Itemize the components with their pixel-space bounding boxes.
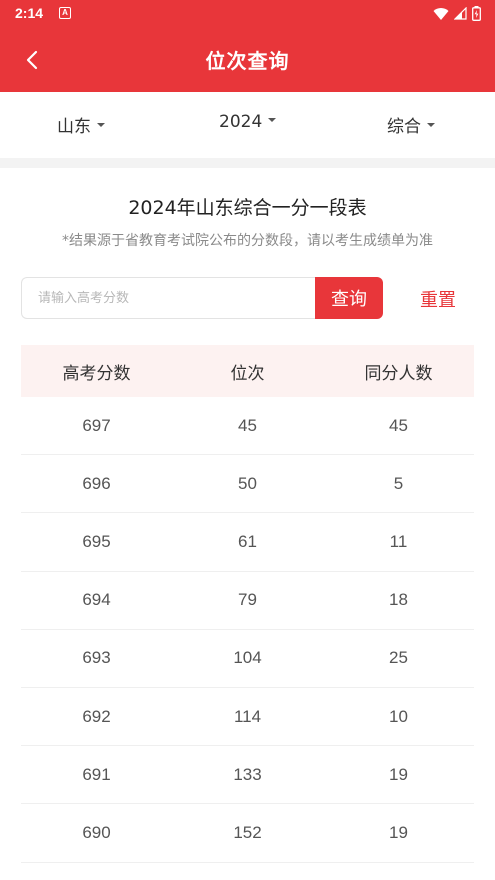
notification-icon: A — [59, 7, 71, 19]
query-button[interactable]: 查询 — [315, 277, 383, 319]
status-time: 2:14 — [15, 5, 44, 21]
cell-same-count: 18 — [389, 590, 408, 610]
cell-same-count: 45 — [389, 415, 408, 435]
caret-down-icon — [427, 123, 435, 127]
cell-rank: 45 — [238, 415, 257, 435]
page-title: 位次查询 — [205, 49, 290, 73]
province-dropdown[interactable]: 山东 — [57, 112, 105, 137]
year-label: 2024 — [219, 112, 263, 132]
cell-rank: 114 — [233, 706, 262, 726]
cell-rank: 152 — [233, 822, 262, 842]
app-bar: 位次查询 — [0, 28, 495, 92]
system-icons — [433, 6, 481, 21]
cell-score: 692 — [82, 706, 111, 726]
cell-same-count: 5 — [393, 473, 404, 493]
table-row: 693 104 25 — [21, 630, 474, 688]
cell-rank: 104 — [233, 648, 262, 668]
cell-rank: 61 — [238, 531, 257, 551]
cell-same-count: 25 — [389, 648, 408, 668]
subject-label: 综合 — [387, 117, 421, 137]
score-input[interactable] — [21, 277, 319, 319]
cell-same-count: 19 — [389, 764, 408, 784]
cell-same-count: 11 — [389, 531, 408, 551]
cell-rank: 133 — [233, 764, 262, 784]
caret-down-icon — [97, 123, 105, 127]
cell-score: 691 — [82, 764, 111, 784]
cell-score: 694 — [82, 590, 111, 610]
section-divider — [0, 158, 495, 168]
caret-down-icon — [268, 118, 277, 122]
status-bar: 2:14 A — [0, 0, 495, 28]
battery-icon — [472, 6, 481, 21]
cell-same-count: 10 — [389, 706, 408, 726]
table-row: 694 79 18 — [21, 572, 474, 630]
table-body: 697 45 45 696 50 5 695 61 11 694 79 18 693 104 25 … — [21, 397, 474, 863]
table-row: 696 50 5 — [21, 455, 474, 514]
cell-rank: 50 — [238, 473, 257, 493]
table-row: 697 45 45 — [21, 397, 474, 456]
cell-rank: 79 — [238, 590, 257, 610]
disclaimer-note: *结果源于省教育考试院公布的分数段，请以考生成绩单为准 — [62, 233, 433, 249]
cell-score: 697 — [82, 415, 111, 435]
header-same-count: 同分人数 — [364, 363, 433, 384]
header-rank: 位次 — [230, 363, 265, 384]
reset-button[interactable]: 重置 — [420, 286, 456, 312]
table-header: 高考分数 位次 同分人数 — [21, 345, 474, 397]
table-heading: 2024年山东综合一分一段表 — [128, 197, 367, 219]
table-row: 691 133 19 — [21, 746, 474, 805]
signal-icon — [454, 7, 467, 20]
cell-score: 696 — [82, 473, 111, 493]
table-row: 690 152 19 — [21, 804, 474, 863]
cell-score: 693 — [82, 648, 111, 668]
table-row: 695 61 11 — [21, 513, 474, 572]
province-label: 山东 — [57, 117, 91, 137]
cell-score: 690 — [82, 822, 111, 842]
filter-bar: 山东 2024 综合 — [0, 92, 495, 158]
table-row: 692 114 10 — [21, 688, 474, 747]
cell-same-count: 19 — [389, 822, 408, 842]
wifi-icon — [433, 7, 449, 20]
header-score: 高考分数 — [62, 363, 131, 384]
cell-score: 695 — [82, 531, 111, 551]
year-dropdown[interactable]: 2024 — [219, 112, 277, 132]
subject-dropdown[interactable]: 综合 — [387, 112, 435, 137]
